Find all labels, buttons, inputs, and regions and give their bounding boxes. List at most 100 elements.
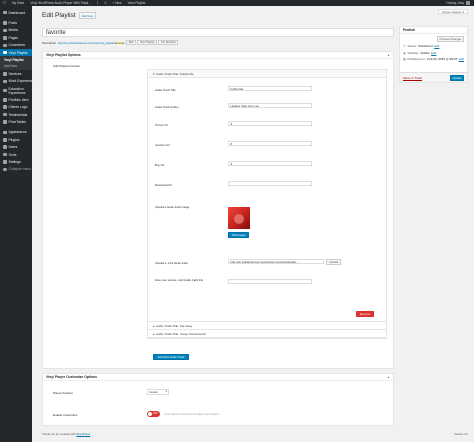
- menu-settings[interactable]: Settings: [0, 158, 32, 165]
- menu-testimonials[interactable]: Testimonials: [0, 111, 32, 118]
- preview-changes-button[interactable]: Preview Changes: [437, 36, 464, 42]
- quote-icon: [3, 112, 7, 117]
- expand-icon: ▾: [153, 71, 155, 76]
- view-playlist-link[interactable]: View Playlist: [125, 1, 149, 5]
- menu-users[interactable]: Users: [0, 143, 32, 150]
- vinyl-player-customize-box: Vinyl Player Customize Options ▲ Player …: [42, 373, 394, 426]
- post-title-input[interactable]: favorite: [42, 28, 394, 37]
- calendar-icon: ▦: [403, 57, 407, 62]
- itunes-url-input[interactable]: #: [228, 121, 312, 127]
- track-image-thumbnail: [228, 207, 250, 229]
- buy-url-input[interactable]: #: [228, 161, 312, 167]
- avatar[interactable]: [466, 1, 470, 5]
- update-button[interactable]: Update: [450, 75, 464, 81]
- menu-dashboard[interactable]: Dashboard: [0, 9, 32, 16]
- track-accordion-far-away[interactable]: ▸ Audio Track Title: Far Away: [148, 322, 386, 330]
- menu-vinyl-playlist[interactable]: Vinyl Playlist: [0, 48, 32, 57]
- enable-customize-toggle[interactable]: OFF: [147, 411, 160, 417]
- permalink-url[interactable]: http://wp.intelanthemes.me/vinyl/vinyl_p…: [58, 40, 125, 45]
- track-title-input[interactable]: Follow Me: [228, 86, 312, 92]
- admin-sidebar: Dashboard Posts Media Pages Comments Vin…: [0, 6, 34, 442]
- vinyl-playlist-options-box: Vinyl Playlist Options ▲ Add Playlist Co…: [42, 51, 394, 369]
- edit-visibility-link[interactable]: Edit: [431, 51, 436, 55]
- mp3-url-input[interactable]: http://wp.intelanthemes.me/vinyl/wp-cont…: [228, 259, 324, 265]
- portfolio-icon: [3, 98, 7, 102]
- dashboard-icon: [3, 10, 7, 15]
- add-image-button[interactable]: Add Image: [228, 232, 249, 238]
- track-accordion-follow-me[interactable]: ▾ Audio Track Title: Follow Me: [148, 70, 386, 78]
- menu-posts[interactable]: Posts: [0, 19, 32, 26]
- edit-date-link[interactable]: Edit: [459, 57, 464, 61]
- admin-bar: ⓦ My Sites Vinyl WordPress Audio Player …: [0, 0, 474, 6]
- menu-clients-logo[interactable]: Clients Logo: [0, 104, 32, 111]
- toggle-panel-icon[interactable]: ▲: [387, 53, 390, 57]
- collapse-icon: [3, 167, 7, 172]
- player-position-label: Player Position: [53, 391, 74, 395]
- get-shortlink-button[interactable]: Get Shortlink: [158, 40, 179, 45]
- logo-icon: [3, 105, 7, 109]
- edit-status-link[interactable]: Edit: [434, 44, 439, 48]
- page-icon: [3, 36, 7, 40]
- menu-tools[interactable]: Tools: [0, 151, 32, 158]
- table-icon: [3, 120, 7, 124]
- menu-collapse[interactable]: Collapse menu: [0, 166, 32, 173]
- wrench-icon: [3, 152, 7, 157]
- vinyl-submenu: Vinyl Playlist Add New: [0, 56, 32, 71]
- track-author-input[interactable]: Heather Vaal, Amy Lee: [228, 103, 312, 109]
- track-accordion-creep-instrumental[interactable]: ▸ Audio Track Title: Creep Instrumental: [148, 330, 386, 338]
- edit-permalink-button[interactable]: Edit: [126, 40, 136, 45]
- audio-tracks-container: ▾ Audio Track Title: Follow Me Audio Tra…: [147, 69, 387, 339]
- media-icon: [3, 28, 7, 33]
- menu-work-experience[interactable]: Work Experience: [0, 78, 34, 85]
- pin-icon: [3, 21, 7, 25]
- upload-mp3-button[interactable]: Upload: [326, 259, 341, 265]
- comment-icon: [3, 43, 7, 47]
- menu-pricetables[interactable]: PriceTables: [0, 118, 32, 125]
- education-icon: [3, 88, 7, 93]
- amazon-url-input[interactable]: #: [228, 141, 312, 147]
- wordpress-link[interactable]: WordPress: [76, 432, 90, 436]
- add-new-audio-track-button[interactable]: Add New Audio Track: [153, 354, 189, 360]
- updates-count[interactable]: 1: [94, 1, 102, 5]
- publish-box: Publish Preview Changes ⚲ Status: Publis…: [399, 26, 468, 83]
- site-title-link[interactable]: Vinyl WordPress Audio Player With Playli…: [27, 1, 94, 5]
- menu-education-experience[interactable]: Education Experience: [0, 85, 32, 96]
- eye-icon: ◉: [403, 50, 406, 55]
- gear-icon: [3, 72, 7, 76]
- expand-icon: ▸: [153, 331, 155, 336]
- comments-count[interactable]: 0: [102, 1, 110, 5]
- pin-icon: ⚲: [403, 44, 406, 49]
- plugin-icon: [3, 138, 7, 142]
- add-new-button[interactable]: Add New: [78, 12, 96, 20]
- music-icon: [3, 50, 7, 55]
- paintbrush-icon: [3, 130, 7, 135]
- admin-footer: Thank you for creating with WordPress Ve…: [42, 432, 468, 436]
- menu-portfolio-item[interactable]: Portfolio Item: [0, 96, 32, 103]
- menu-appearance[interactable]: Appearance: [0, 129, 32, 136]
- download-url-input[interactable]: [228, 181, 312, 187]
- view-playlist-button[interactable]: View Playlist: [137, 40, 157, 45]
- briefcase-icon: [3, 79, 7, 84]
- my-sites-link[interactable]: My Sites: [9, 1, 27, 5]
- permalink-row: Permalink: http://wp.intelanthemes.me/vi…: [42, 40, 394, 45]
- new-content-link[interactable]: + New: [109, 1, 124, 5]
- users-icon: [3, 145, 7, 149]
- menu-plugins[interactable]: Plugins: [0, 136, 32, 143]
- toggle-panel-icon[interactable]: ▲: [387, 375, 390, 379]
- settings-icon: [3, 160, 7, 164]
- menu-comments[interactable]: Comments: [0, 42, 32, 49]
- remove-track-button[interactable]: Remove: [356, 311, 374, 317]
- player-position-select[interactable]: Center ▾: [147, 389, 169, 395]
- menu-media[interactable]: Media: [0, 27, 32, 34]
- expand-icon: ▸: [153, 323, 155, 328]
- move-to-trash-link[interactable]: Move to Trash: [403, 76, 422, 80]
- submenu-add-new[interactable]: Add New: [0, 63, 32, 69]
- remote-mp3-input[interactable]: [228, 279, 312, 285]
- screen-options-button[interactable]: Screen Options ▾: [438, 9, 468, 14]
- menu-services[interactable]: Services: [0, 70, 32, 77]
- chevron-down-icon: ▾: [165, 390, 167, 394]
- howdy-user[interactable]: Howdy, Amy: [447, 1, 464, 5]
- add-playlist-content-label: Add Playlist Content: [53, 64, 81, 68]
- menu-pages[interactable]: Pages: [0, 34, 32, 41]
- track-edit-form: Audio Track Title Follow Me Audio Track …: [148, 78, 386, 322]
